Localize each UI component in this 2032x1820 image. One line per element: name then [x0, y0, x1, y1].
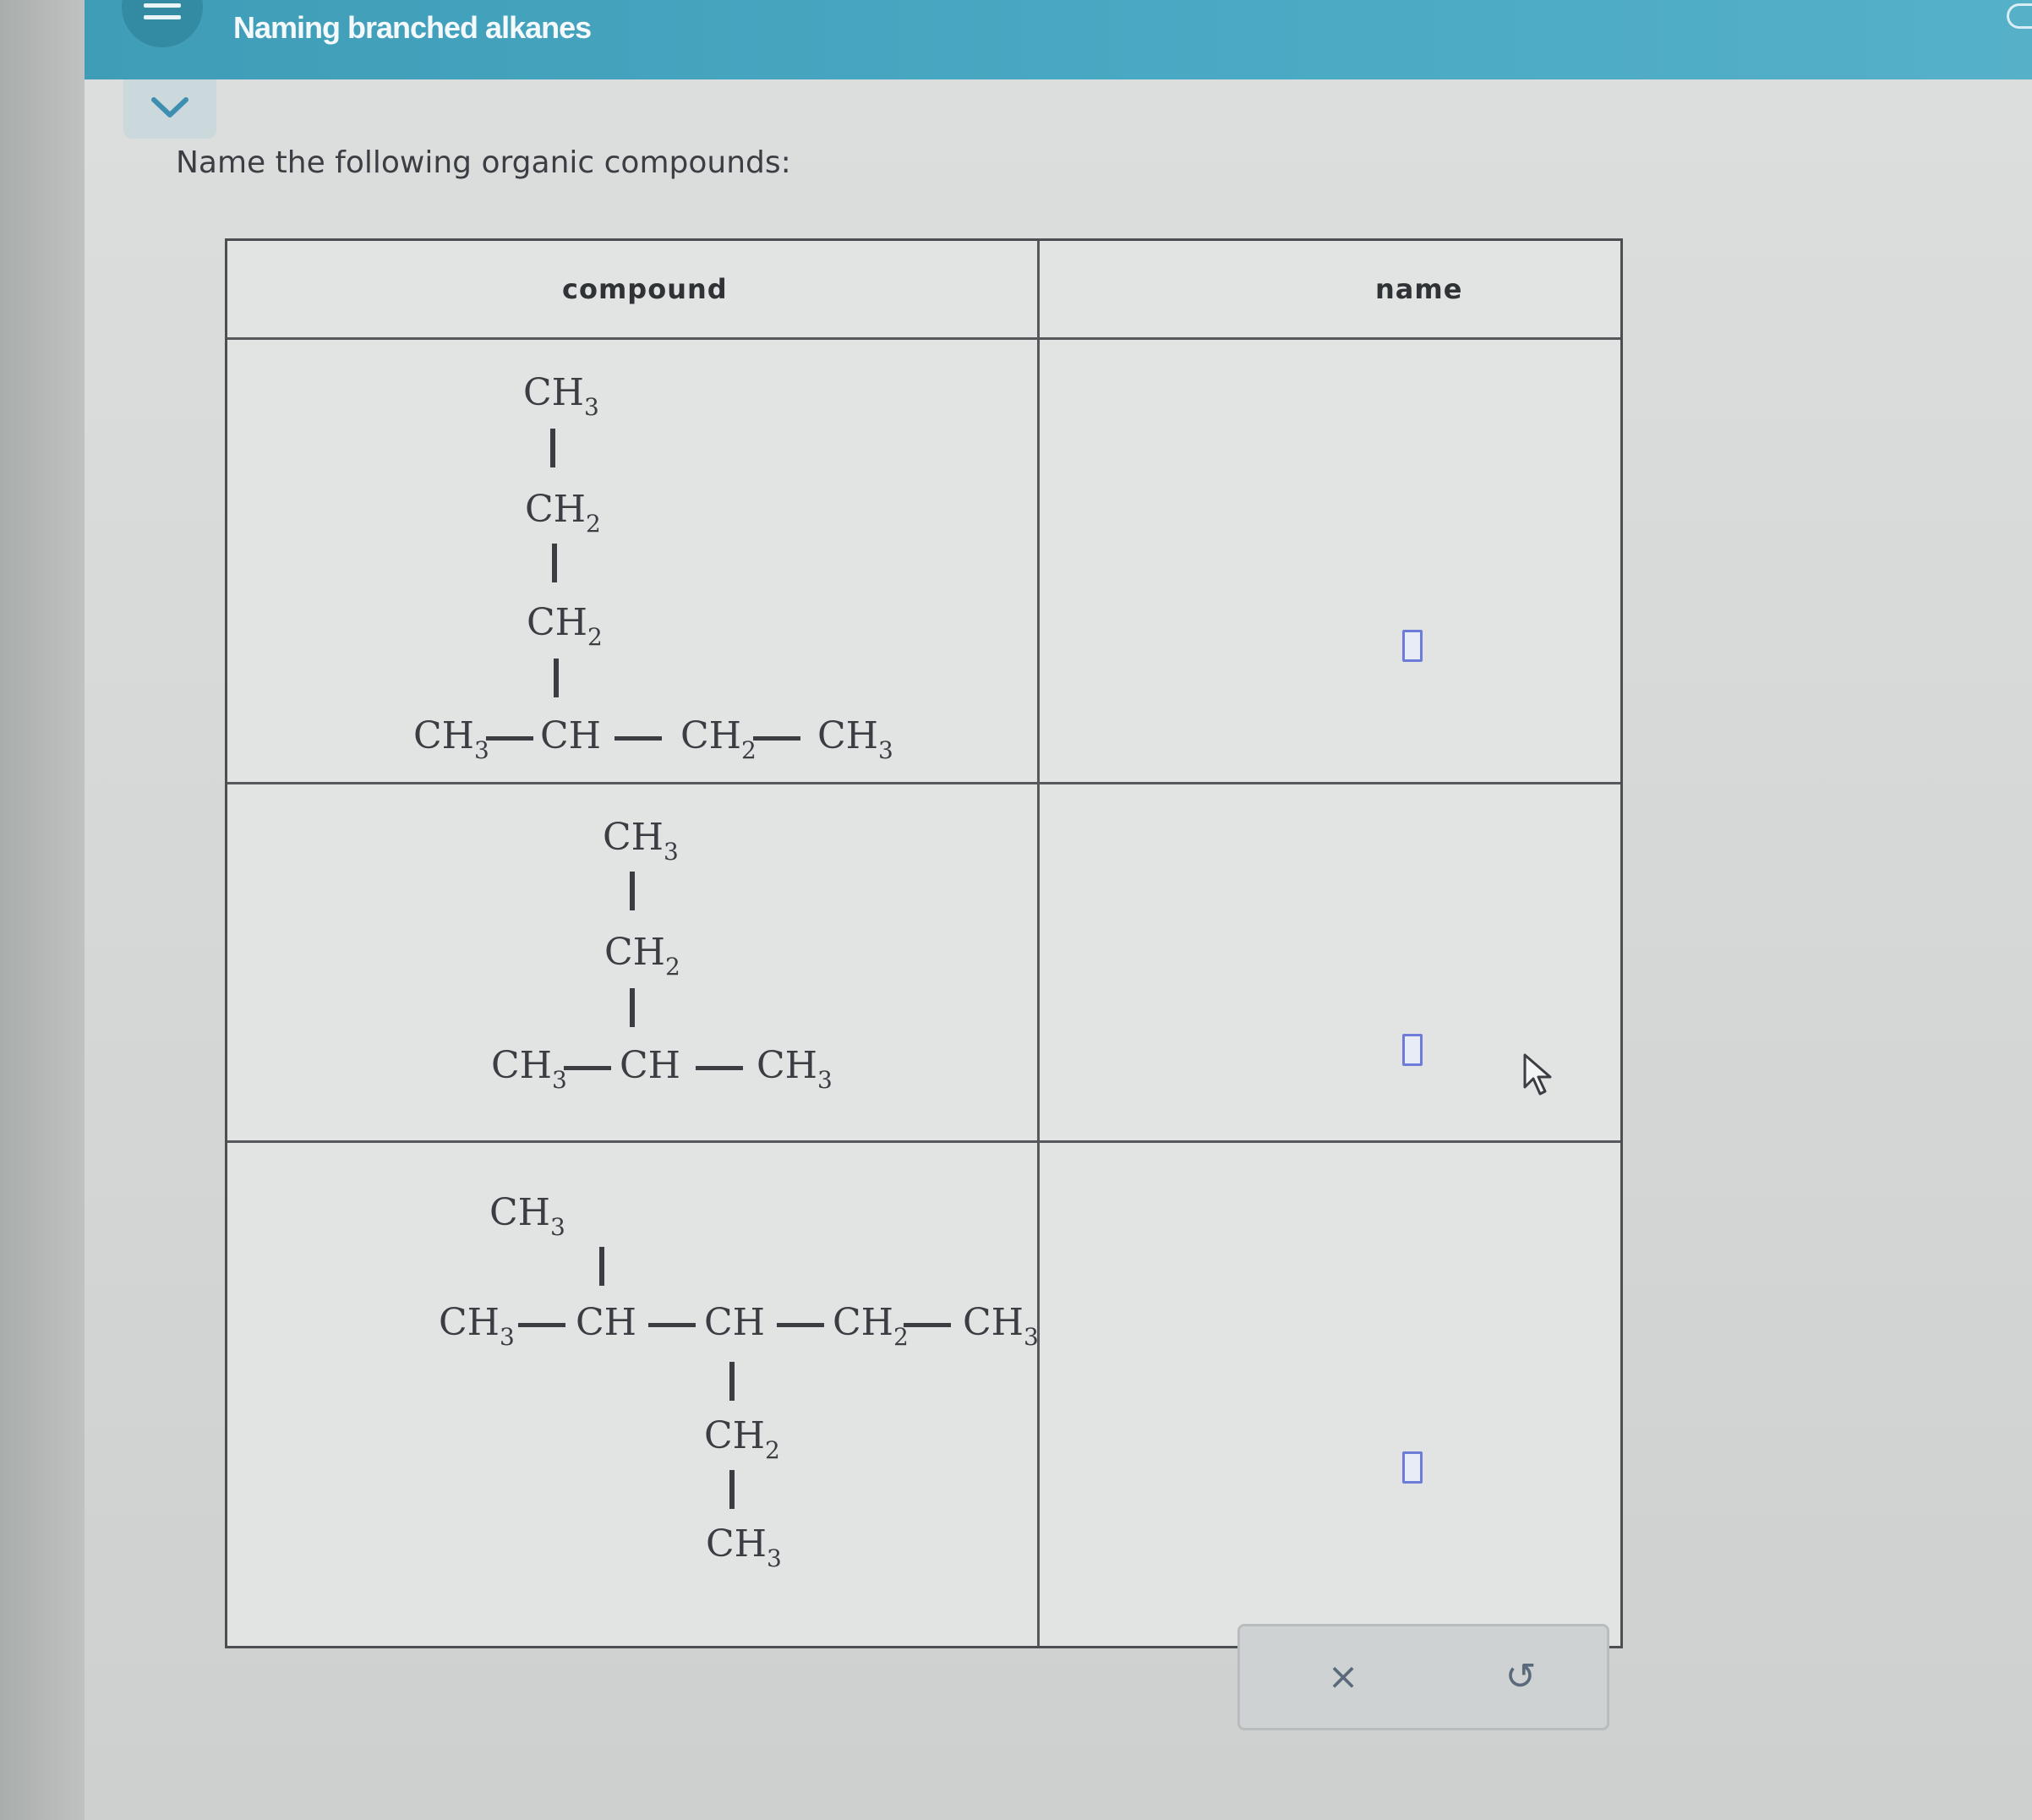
- bond-line: [729, 1470, 735, 1509]
- left-background-strip: [0, 0, 85, 1820]
- bond-line: [518, 1323, 565, 1327]
- chem-group: CH2: [604, 931, 680, 981]
- bond-line: [615, 736, 662, 741]
- undo-button[interactable]: ↺: [1495, 1652, 1546, 1702]
- header-right-icon[interactable]: [2007, 3, 2032, 29]
- hamburger-menu-icon-bar: [144, 15, 181, 19]
- chem-group: CH3: [757, 1044, 833, 1094]
- chem-group: CH: [540, 714, 602, 757]
- chem-group: CH2: [527, 601, 603, 651]
- answer-input-1[interactable]: [1402, 630, 1423, 662]
- chem-group: CH2: [833, 1301, 909, 1351]
- bond-line: [753, 736, 800, 741]
- bond-line: [486, 736, 533, 741]
- column-divider: [1037, 241, 1040, 1646]
- bond-line: [630, 872, 635, 910]
- answer-input-2[interactable]: [1402, 1034, 1423, 1066]
- bond-line: [554, 659, 559, 697]
- bond-line: [564, 1066, 611, 1070]
- clear-button[interactable]: ×: [1318, 1652, 1368, 1702]
- bond-line: [648, 1323, 696, 1327]
- chem-group: CH3: [603, 816, 679, 866]
- bond-line: [696, 1066, 743, 1070]
- chem-group: CH: [620, 1044, 681, 1087]
- compound-structure-2: CH3 CH2 CH3 CH CH3: [227, 782, 1037, 1140]
- bond-line: [630, 988, 635, 1027]
- chevron-down-icon: [151, 97, 188, 118]
- bond-line: [777, 1323, 824, 1327]
- answer-input-3[interactable]: [1402, 1451, 1423, 1484]
- mouse-pointer-icon: [1523, 1053, 1552, 1096]
- chem-group: CH3: [413, 714, 489, 764]
- chem-group: CH2: [525, 488, 601, 538]
- menu-button[interactable]: [122, 0, 203, 47]
- compound-name-table: compound name CH3 CH2 CH2 CH3 CH CH2 CH3…: [225, 238, 1623, 1648]
- chem-group: CH3: [489, 1191, 565, 1241]
- chem-group: CH3: [439, 1301, 515, 1351]
- name-column-header: name: [1375, 273, 1463, 305]
- chem-group: CH2: [704, 1414, 780, 1464]
- page-title: Naming branched alkanes: [233, 10, 592, 45]
- chem-group: CH3: [523, 371, 599, 421]
- collapse-button[interactable]: [123, 79, 216, 139]
- chem-group: CH3: [817, 714, 893, 764]
- bond-line: [552, 544, 557, 582]
- compound-structure-1: CH3 CH2 CH2 CH3 CH CH2 CH3: [227, 337, 1037, 782]
- bond-line: [550, 429, 555, 467]
- question-prompt: Name the following organic compounds:: [176, 145, 791, 180]
- chem-group: CH3: [963, 1301, 1039, 1351]
- bond-line: [904, 1323, 951, 1327]
- bond-line: [729, 1362, 735, 1401]
- chem-group: CH2: [680, 714, 757, 764]
- app-header: Naming branched alkanes: [85, 0, 2032, 79]
- answer-toolbar: × ↺: [1237, 1624, 1609, 1730]
- chem-group: CH: [576, 1301, 637, 1344]
- bond-line: [599, 1247, 604, 1286]
- question-panel: Name the following organic compounds: co…: [85, 79, 2032, 1820]
- chem-group: CH3: [491, 1044, 567, 1094]
- chem-group: CH3: [706, 1522, 782, 1572]
- compound-structure-3: CH3 CH3 CH CH CH2 CH3 CH2 CH3: [227, 1140, 1039, 1646]
- compound-column-header: compound: [562, 273, 728, 305]
- hamburger-menu-icon: [144, 3, 181, 8]
- chem-group: CH: [704, 1301, 766, 1344]
